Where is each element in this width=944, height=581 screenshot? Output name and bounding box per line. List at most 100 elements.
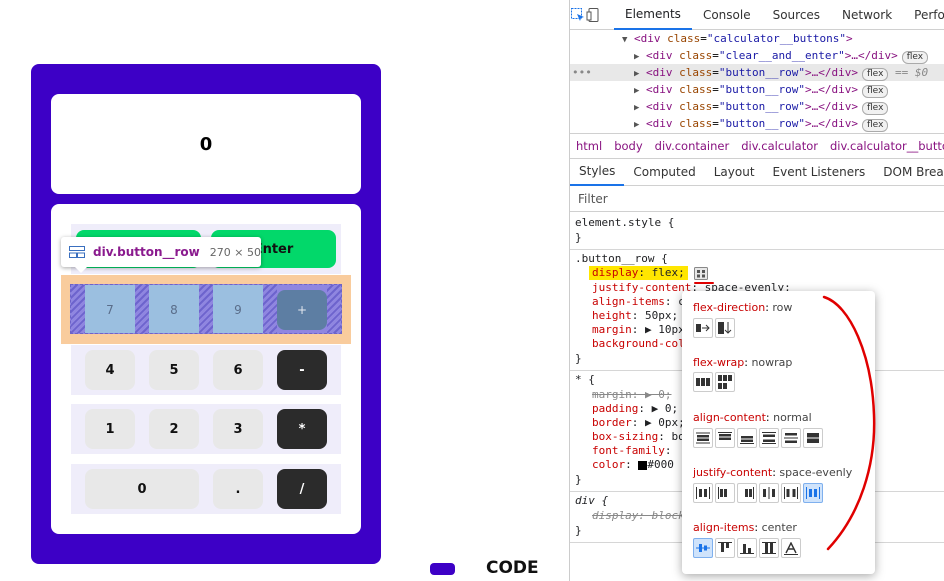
- dom-node-selected[interactable]: ••• ▶ <div class="button__row">…</div> fl…: [570, 64, 944, 81]
- dom-node[interactable]: ▶ <div class="button__row">…</div> flex: [570, 98, 944, 115]
- flex-badge[interactable]: flex: [901, 51, 929, 64]
- flex-direction-row-icon[interactable]: [693, 318, 713, 338]
- font-family-declaration[interactable]: font-family:: [592, 444, 671, 458]
- breadcrumb-body[interactable]: body: [608, 139, 648, 153]
- align-content-start-icon[interactable]: [715, 428, 735, 448]
- div-selector[interactable]: div {: [575, 494, 608, 508]
- background-declaration[interactable]: background-col: [592, 337, 685, 351]
- tab-network[interactable]: Network: [831, 0, 903, 30]
- tab-console[interactable]: Console: [692, 0, 762, 30]
- digit-9-button[interactable]: 9: [213, 285, 263, 333]
- popup-prop-value: center: [761, 521, 797, 534]
- flex-wrap-icon[interactable]: [715, 372, 735, 392]
- flex-badge[interactable]: flex: [862, 68, 889, 81]
- flex-direction-column-icon[interactable]: [715, 318, 735, 338]
- device-toolbar-icon[interactable]: [586, 0, 602, 30]
- dom-node[interactable]: ▶ <div class="clear__and__enter">…</div>…: [570, 47, 944, 64]
- align-content-center-icon[interactable]: [693, 428, 713, 448]
- multiply-button[interactable]: *: [277, 409, 327, 449]
- box-sizing-declaration[interactable]: box-sizing: bo: [592, 430, 685, 444]
- align-content-stretch-icon[interactable]: [803, 428, 823, 448]
- dom-node[interactable]: ▼ <div class="calculator__buttons">: [570, 30, 944, 47]
- gap-highlight: [135, 285, 149, 333]
- universal-selector[interactable]: * {: [575, 373, 595, 387]
- plus-button[interactable]: +: [277, 285, 327, 333]
- digit-8-button[interactable]: 8: [149, 285, 199, 333]
- margin-declaration[interactable]: margin: ▶ 10px: [592, 323, 685, 337]
- flexbox-editor-icon[interactable]: [694, 267, 708, 281]
- css-prop: color: [592, 458, 626, 471]
- element-style-selector[interactable]: element.style {: [575, 216, 674, 230]
- height-declaration[interactable]: height: 50px;: [592, 309, 678, 323]
- button-row-selector[interactable]: .button__row {: [575, 252, 668, 266]
- decimal-button[interactable]: .: [213, 469, 263, 509]
- align-items-baseline-icon[interactable]: [781, 538, 801, 558]
- justify-center-icon[interactable]: [693, 483, 713, 503]
- justify-space-around-icon[interactable]: [781, 483, 801, 503]
- tab-performance[interactable]: Perfo: [903, 0, 944, 30]
- display-block-overridden[interactable]: display: block: [592, 509, 685, 523]
- flex-nowrap-icon[interactable]: [693, 372, 713, 392]
- dom-tag: <div: [646, 49, 673, 62]
- tooltip-element-size: 270 × 50: [209, 245, 261, 259]
- dom-tag: <div: [646, 83, 673, 96]
- align-items-declaration[interactable]: align-items: c: [592, 295, 685, 309]
- breadcrumb-container[interactable]: div.container: [649, 139, 736, 153]
- expand-arrow-icon[interactable]: ▶: [634, 69, 639, 79]
- flex-badge[interactable]: flex: [862, 85, 889, 98]
- padding-declaration[interactable]: padding: ▶ 0;: [592, 402, 678, 416]
- inspect-element-icon[interactable]: [570, 0, 586, 30]
- flex-badge[interactable]: flex: [862, 119, 889, 132]
- margin-overridden-declaration[interactable]: margin: ▶ 0;: [592, 388, 671, 402]
- dom-node[interactable]: ▶ <div class="button__row">…</div> flex: [570, 115, 944, 132]
- minus-button[interactable]: -: [277, 350, 327, 390]
- tab-styles[interactable]: Styles: [570, 159, 625, 186]
- rule-close: }: [575, 352, 582, 365]
- tab-event-listeners[interactable]: Event Listeners: [764, 159, 875, 186]
- tab-layout[interactable]: Layout: [705, 159, 764, 186]
- expand-arrow-icon[interactable]: ▶: [634, 103, 639, 113]
- breadcrumb-html[interactable]: html: [570, 139, 608, 153]
- align-items-start-icon[interactable]: [715, 538, 735, 558]
- breadcrumb-calculator-buttons[interactable]: div.calculator__buttons: [824, 139, 944, 153]
- digit-2-button[interactable]: 2: [149, 409, 199, 449]
- align-items-end-icon[interactable]: [737, 538, 757, 558]
- tab-dom-breakpoints[interactable]: DOM Breakpoints: [874, 159, 944, 186]
- dom-attr-value: "calculator__buttons": [706, 32, 847, 45]
- dom-node[interactable]: ▶ <div class="button__row">…</div> flex: [570, 81, 944, 98]
- digit-7-button[interactable]: 7: [85, 285, 135, 333]
- border-declaration[interactable]: border: ▶ 0px;: [592, 416, 685, 430]
- justify-space-evenly-icon[interactable]: [803, 483, 823, 503]
- digit-3-button[interactable]: 3: [213, 409, 263, 449]
- tab-elements[interactable]: Elements: [614, 0, 692, 30]
- align-content-end-icon[interactable]: [737, 428, 757, 448]
- align-items-center-icon[interactable]: [693, 538, 713, 558]
- collapse-arrow-icon[interactable]: ▼: [622, 35, 627, 45]
- align-content-space-between-icon[interactable]: [781, 428, 801, 448]
- align-items-stretch-icon[interactable]: [759, 538, 779, 558]
- justify-space-between-icon[interactable]: [759, 483, 779, 503]
- justify-start-icon[interactable]: [715, 483, 735, 503]
- display-declaration[interactable]: display: flex;: [589, 266, 688, 280]
- digit-1-button[interactable]: 1: [85, 409, 135, 449]
- color-declaration[interactable]: color: #000: [592, 458, 674, 472]
- flex-badge[interactable]: flex: [862, 102, 889, 115]
- expand-arrow-icon[interactable]: ▶: [634, 52, 639, 62]
- tab-computed[interactable]: Computed: [624, 159, 704, 186]
- tab-sources[interactable]: Sources: [762, 0, 831, 30]
- digit-5-button[interactable]: 5: [149, 350, 199, 390]
- digit-0-button[interactable]: 0: [85, 469, 199, 509]
- align-content-space-around-icon[interactable]: [759, 428, 779, 448]
- dom-attr-value: "button__row": [718, 83, 806, 96]
- expand-arrow-icon[interactable]: ▶: [634, 120, 639, 130]
- more-dots-icon[interactable]: •••: [572, 64, 592, 81]
- popup-prop-name: flex-wrap: [693, 356, 745, 369]
- digit-4-button[interactable]: 4: [85, 350, 135, 390]
- digit-6-button[interactable]: 6: [213, 350, 263, 390]
- breadcrumb-calculator[interactable]: div.calculator: [735, 139, 824, 153]
- justify-end-icon[interactable]: [737, 483, 757, 503]
- styles-filter-input[interactable]: Filter: [570, 187, 944, 212]
- expand-arrow-icon[interactable]: ▶: [634, 86, 639, 96]
- element-tooltip: div.button__row 270 × 50: [61, 237, 261, 273]
- divide-button[interactable]: /: [277, 469, 327, 509]
